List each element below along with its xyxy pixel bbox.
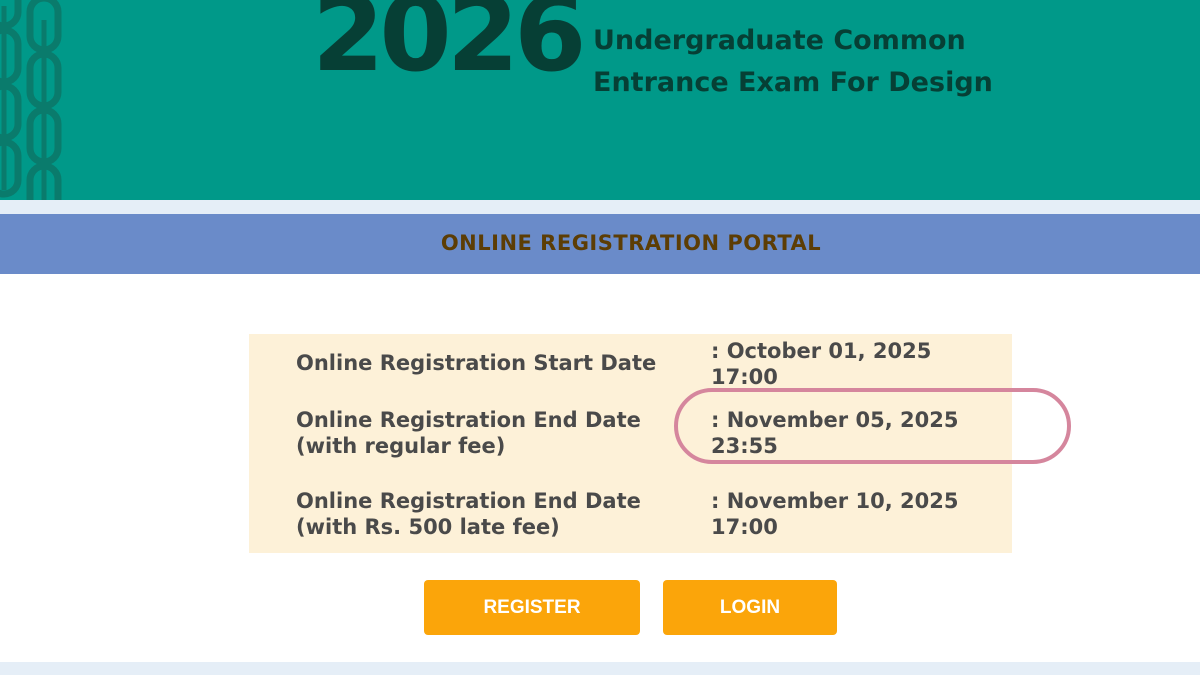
date-row-3-label-line-2: (with Rs. 500 late fee) xyxy=(296,515,560,539)
chain-decoration-icon xyxy=(0,0,62,200)
date-row-1-value: : October 01, 2025 17:00 xyxy=(711,338,931,390)
tagline-line-1: Undergraduate Common xyxy=(593,25,966,56)
date-row-1-label: Online Registration Start Date xyxy=(296,350,656,376)
date-row-1-value-line-2: 17:00 xyxy=(711,365,778,389)
portal-title: ONLINE REGISTRATION PORTAL xyxy=(440,231,822,255)
exam-year: 2026 xyxy=(312,0,586,95)
date-row-3-value: : November 10, 2025 17:00 xyxy=(711,488,958,540)
date-row-2-label-line-1: Online Registration End Date xyxy=(296,408,641,432)
date-row-1-value-line-1: : October 01, 2025 xyxy=(711,339,932,363)
tagline-line-2: Entrance Exam For Design xyxy=(593,67,993,98)
date-row-3-value-line-2: 17:00 xyxy=(711,515,778,539)
header-banner: 2026 Undergraduate Common Entrance Exam … xyxy=(0,0,1200,200)
date-row-2-label-line-2: (with regular fee) xyxy=(296,434,506,458)
date-row-2-label: Online Registration End Date (with regul… xyxy=(296,407,641,459)
divider-strip xyxy=(0,200,1200,214)
date-row-3-label-line-1: Online Registration End Date xyxy=(296,489,641,513)
register-button[interactable]: REGISTER xyxy=(424,580,640,635)
date-row-3-value-line-1: : November 10, 2025 xyxy=(711,489,959,513)
login-button[interactable]: LOGIN xyxy=(663,580,837,635)
date-row-3-label: Online Registration End Date (with Rs. 5… xyxy=(296,488,641,540)
footer-strip xyxy=(0,662,1200,675)
highlight-ring xyxy=(674,388,1071,464)
date-row-1-label-line-1: Online Registration Start Date xyxy=(296,351,657,375)
